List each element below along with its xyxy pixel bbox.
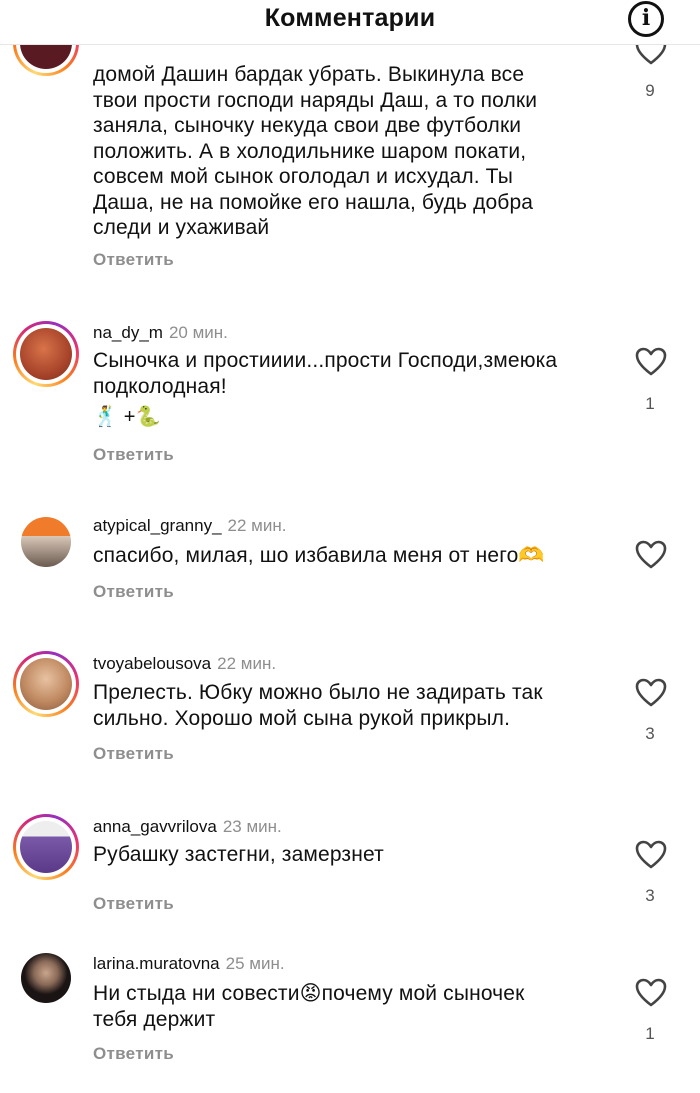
timestamp: 22 мин. (227, 516, 287, 535)
username[interactable]: atypical_granny_ (93, 516, 222, 535)
avatar[interactable] (13, 945, 79, 1011)
reply-button[interactable]: Ответить (93, 1044, 174, 1064)
reply-button[interactable]: Ответить (93, 894, 174, 914)
username[interactable]: tvoyabelousova (93, 654, 211, 673)
avatar[interactable] (13, 814, 79, 880)
like-count: 3 (645, 724, 655, 743)
comment-text: Прелесть. Юбку можно было не задирать та… (93, 681, 543, 730)
like-count: 3 (645, 886, 655, 905)
avatar[interactable] (13, 321, 79, 387)
info-icon: i (641, 5, 651, 31)
comment-meta: na_dy_m 20 мин. (93, 323, 228, 343)
timestamp: 22 мин. (217, 654, 277, 673)
username[interactable]: na_dy_m (93, 323, 163, 342)
heart-icon[interactable] (635, 978, 667, 1008)
comment-text: домой Дашин бардак убрать. Выкинула все … (93, 63, 538, 239)
info-button[interactable]: i (628, 1, 664, 37)
timestamp: 25 мин. (225, 954, 285, 973)
heart-icon[interactable] (635, 540, 667, 570)
username[interactable]: anna_gavvrilova (93, 817, 217, 836)
avatar[interactable] (13, 509, 79, 575)
reply-button[interactable]: Ответить (93, 250, 174, 270)
avatar[interactable] (13, 651, 79, 717)
comment-text: Рубашку застегни, замерзнет (93, 843, 384, 866)
like-count: 1 (645, 394, 655, 413)
timestamp: 23 мин. (222, 817, 282, 836)
heart-icon[interactable] (635, 840, 667, 870)
comment-text: Ни стыда ни совести😡почему мой сыночек т… (93, 982, 525, 1031)
comment-meta: tvoyabelousova 22 мин. (93, 654, 276, 674)
username[interactable]: larina.muratovna (93, 954, 220, 973)
comment-text: спасибо, милая, шо избавила меня от него… (93, 544, 545, 567)
comment-text: Сыночка и простииии...прости Господи,зме… (93, 349, 558, 428)
reply-button[interactable]: Ответить (93, 744, 174, 764)
like-count: 1 (645, 1024, 655, 1043)
page-title: Комментарии (264, 4, 436, 32)
heart-icon[interactable] (635, 678, 667, 708)
like-count: 9 (645, 81, 655, 100)
reply-button[interactable]: Ответить (93, 582, 174, 602)
timestamp: 20 мин. (168, 323, 228, 342)
heart-icon[interactable] (635, 347, 667, 377)
reply-button[interactable]: Ответить (93, 445, 174, 465)
comment-meta: anna_gavvrilova 23 мин. (93, 817, 282, 837)
comments-header: Комментарии i (0, 0, 700, 45)
comment-meta: atypical_granny_ 22 мин. (93, 516, 286, 536)
comment-meta: larina.muratovna 25 мин. (93, 954, 285, 974)
